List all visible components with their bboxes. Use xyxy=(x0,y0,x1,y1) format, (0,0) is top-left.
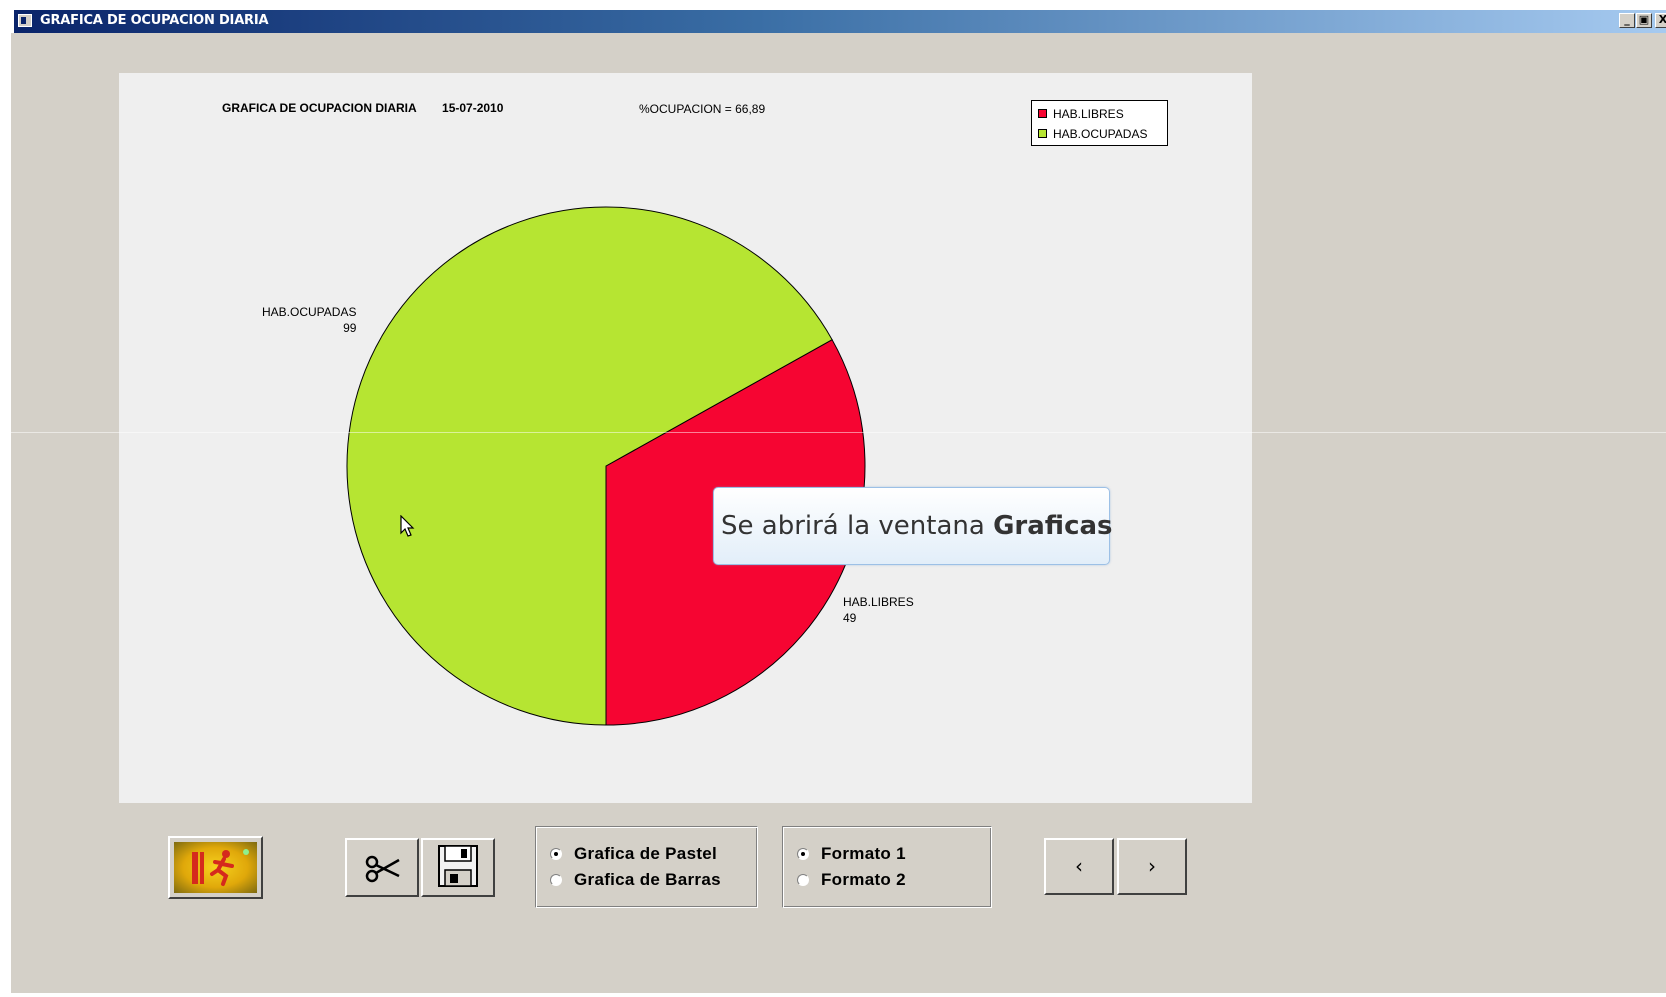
slice-label-name: HAB.LIBRES xyxy=(843,595,914,609)
window-title: GRAFICA DE OCUPACION DIARIA xyxy=(40,13,269,28)
chart-legend: HAB.LIBRES HAB.OCUPADAS xyxy=(1031,100,1168,146)
legend-label: HAB.LIBRES xyxy=(1053,107,1124,121)
scissors-icon xyxy=(365,855,400,883)
window-app-icon[interactable] xyxy=(18,14,32,27)
screen-seam-line xyxy=(0,432,1666,433)
exit-button[interactable] xyxy=(168,836,263,899)
save-button[interactable] xyxy=(421,838,495,897)
radio-button[interactable] xyxy=(550,848,562,860)
radio-label: Grafica de Barras xyxy=(574,870,721,889)
slice-label-name: HAB.OCUPADAS xyxy=(262,305,357,319)
slice-label-value: 49 xyxy=(843,611,857,625)
chart-title: GRAFICA DE OCUPACION DIARIA xyxy=(222,101,417,115)
chart-date: 15-07-2010 xyxy=(442,101,504,115)
radio-selected-dot xyxy=(554,852,558,856)
chart-panel: GRAFICA DE OCUPACION DIARIA 15-07-2010 %… xyxy=(119,73,1252,803)
slice-label-libres: HAB.LIBRES 49 xyxy=(843,594,914,626)
slice-label-value: 99 xyxy=(343,321,357,335)
slice-label-ocupadas: HAB.OCUPADAS 99 xyxy=(262,304,356,336)
floppy-disk-icon xyxy=(438,845,478,887)
tooltip-bold-text: Graficas xyxy=(993,511,1113,541)
legend-label: HAB.OCUPADAS xyxy=(1053,127,1148,141)
radio-button[interactable] xyxy=(797,848,809,860)
radio-label: Formato 2 xyxy=(821,870,906,889)
tooltip-text: Se abrirá la ventana xyxy=(721,511,994,541)
legend-swatch xyxy=(1038,129,1047,138)
radio-label: Formato 1 xyxy=(821,844,906,863)
title-bar[interactable]: GRAFICA DE OCUPACION DIARIA _ ▣ X xyxy=(14,10,1666,33)
radio-button[interactable] xyxy=(550,874,562,886)
chevron-right-icon: › xyxy=(1148,854,1156,878)
app-window: GRAFICA DE OCUPACION DIARIA _ ▣ X GRAFIC… xyxy=(0,0,1666,997)
chart-type-group: Grafica de Pastel Grafica de Barras xyxy=(535,826,758,908)
minimize-button[interactable]: _ xyxy=(1619,13,1635,28)
pie-chart xyxy=(346,206,866,726)
legend-swatch xyxy=(1038,109,1047,118)
restore-button[interactable]: ▣ xyxy=(1636,13,1652,28)
close-button[interactable]: X xyxy=(1655,13,1666,28)
radio-label: Grafica de Pastel xyxy=(574,844,718,863)
exit-door-icon xyxy=(174,842,257,893)
format-group: Formato 1 Formato 2 xyxy=(782,826,992,908)
tooltip: Se abrirá la ventana Graficas xyxy=(713,487,1113,565)
radio-selected-dot xyxy=(801,852,805,856)
chevron-left-icon: ‹ xyxy=(1075,854,1083,878)
occupancy-percentage: %OCUPACION = 66,89 xyxy=(639,102,766,116)
chart-header: GRAFICA DE OCUPACION DIARIA 15-07-2010 xyxy=(222,101,503,115)
radio-button[interactable] xyxy=(797,874,809,886)
cut-button[interactable] xyxy=(345,838,419,897)
mouse-cursor-icon xyxy=(400,515,415,537)
previous-button[interactable]: ‹ xyxy=(1044,838,1114,895)
next-button[interactable]: › xyxy=(1117,838,1187,895)
